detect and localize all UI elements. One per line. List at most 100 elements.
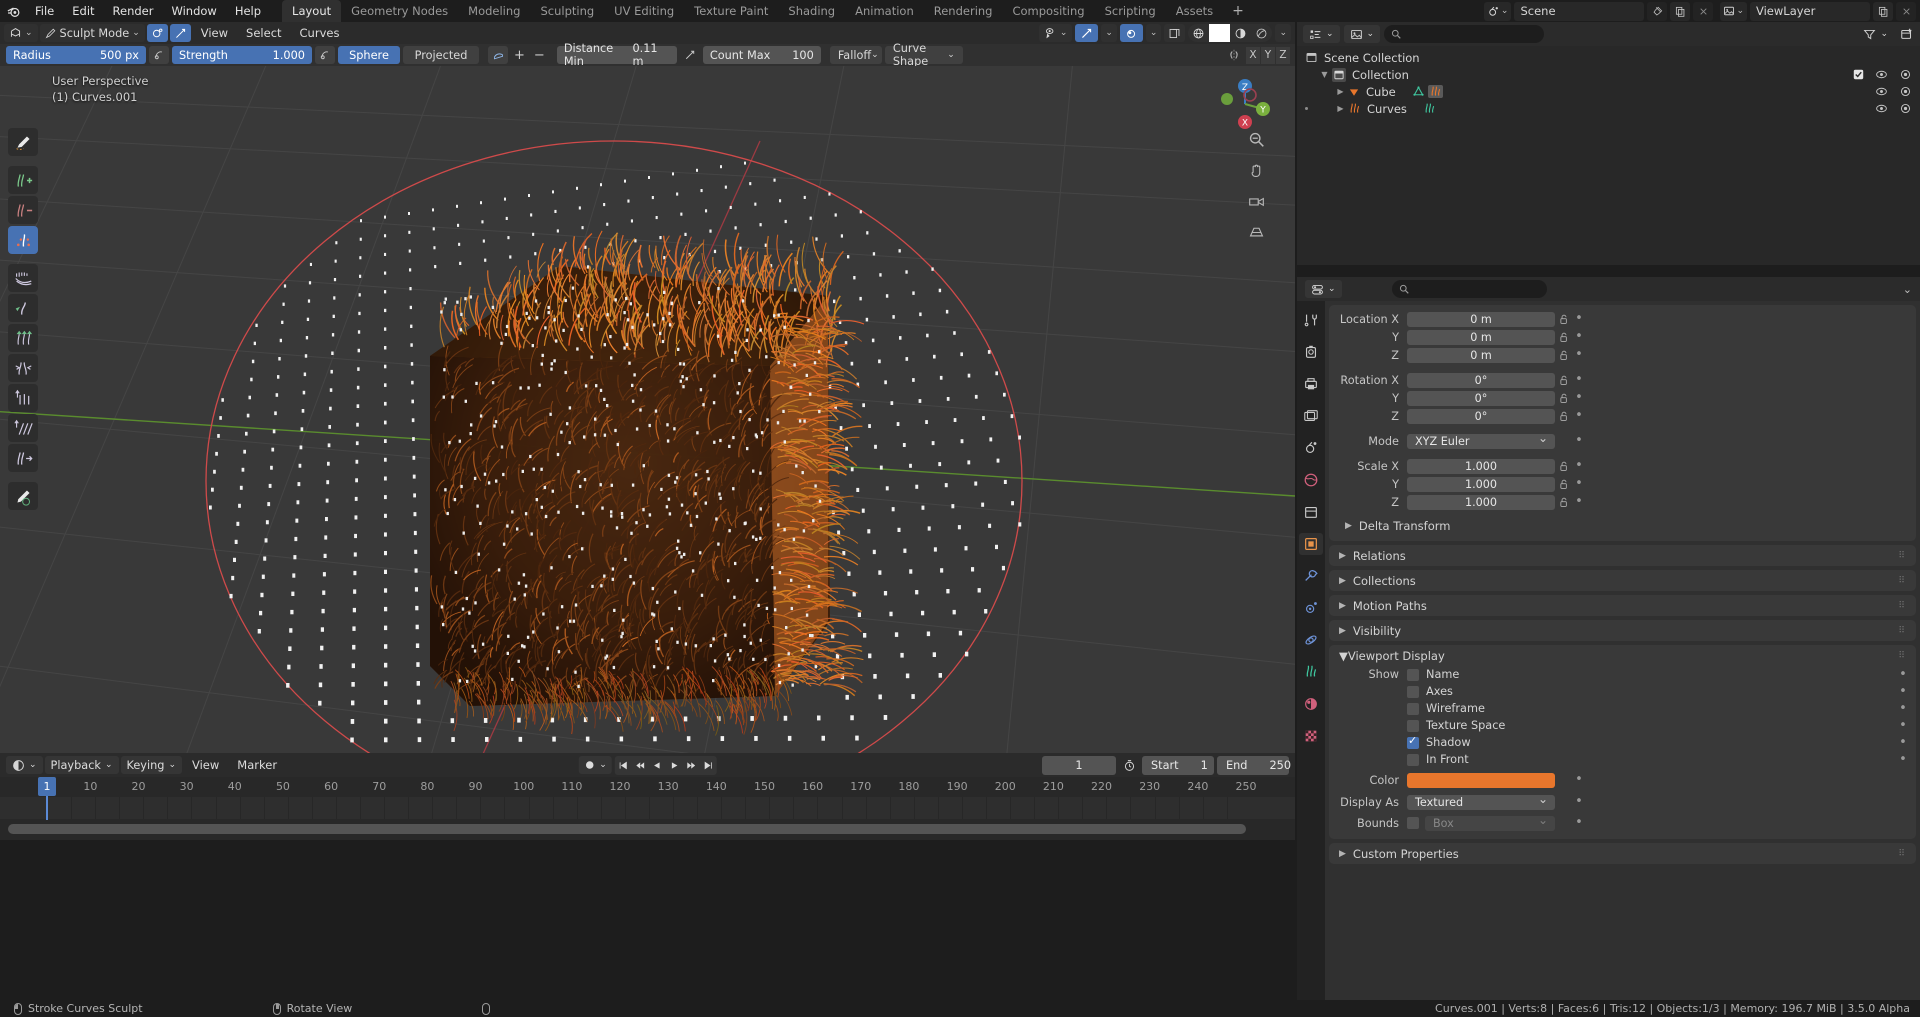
smooth-icon[interactable] <box>8 414 38 442</box>
id-type-icon[interactable]: ⌄ <box>1344 25 1381 43</box>
outliner-row-cube[interactable]: ▶ Cube <box>1297 83 1920 100</box>
tab-layout[interactable]: Layout <box>282 0 341 22</box>
slide-icon[interactable] <box>8 444 38 472</box>
render-tab-icon[interactable] <box>1299 341 1323 363</box>
animate-dot[interactable]: • <box>1572 797 1586 807</box>
curves-sculpt-toggle-icon[interactable] <box>147 24 168 42</box>
animate-dot[interactable]: • <box>1896 687 1910 697</box>
show-wireframe-checkbox[interactable] <box>1407 703 1419 715</box>
motion-paths-panel[interactable]: ▶ Motion Paths ⠿ <box>1329 595 1916 616</box>
mode-selector[interactable]: Sculpt Mode ⌄ <box>40 24 145 42</box>
playhead[interactable]: 1 <box>38 777 56 796</box>
outliner-search-input[interactable] <box>1384 25 1544 43</box>
lock-icon[interactable] <box>1555 350 1572 361</box>
location-z-field[interactable]: 0 m <box>1407 348 1555 363</box>
bounds-checkbox[interactable] <box>1407 817 1419 829</box>
menu-window[interactable]: Window <box>162 0 225 22</box>
delete-curves-icon[interactable] <box>8 196 38 224</box>
tab-sculpting[interactable]: Sculpting <box>530 0 604 22</box>
panel-grip[interactable]: ⠿ <box>1898 653 1906 659</box>
keyframe-icon[interactable]: ⌄ <box>578 756 612 774</box>
object-color-swatch[interactable] <box>1407 773 1555 788</box>
rotation-z-field[interactable]: 0° <box>1407 409 1555 424</box>
surface-icon[interactable] <box>488 46 508 64</box>
show-axes-checkbox[interactable] <box>1407 686 1419 698</box>
annotate-icon[interactable] <box>170 24 191 42</box>
symmetry-axis-x[interactable]: X <box>1246 47 1260 64</box>
location-x-field[interactable]: 0 m <box>1407 312 1555 327</box>
puff-icon[interactable] <box>8 384 38 412</box>
animate-dot[interactable]: • <box>1896 704 1910 714</box>
shading-rendered[interactable] <box>1251 24 1272 42</box>
mirror-icon[interactable] <box>1227 48 1241 62</box>
editor-type-icon[interactable]: ⌄ <box>4 24 38 42</box>
falloff-shape-sphere-button[interactable]: Sphere <box>338 46 400 64</box>
animate-dot[interactable]: • <box>1572 393 1586 403</box>
proportional-dropdown-icon[interactable]: ⌄ <box>1146 24 1162 42</box>
comb-icon[interactable] <box>8 264 38 292</box>
lock-icon[interactable] <box>1555 332 1572 343</box>
prev-keyframe-icon[interactable] <box>632 756 649 775</box>
view-layer-tab-icon[interactable] <box>1299 405 1323 427</box>
show-shadow-checkbox[interactable] <box>1407 737 1419 749</box>
scene-icon[interactable]: ⌄ <box>1484 2 1512 21</box>
comb-brush-icon[interactable] <box>8 128 38 156</box>
radius-slider[interactable]: Radius 500 px <box>6 46 146 64</box>
texture-tab-icon[interactable] <box>1299 725 1323 747</box>
expand-triangle-icon[interactable]: ▼ <box>1319 70 1330 79</box>
curve-shape-dropdown[interactable]: Curve Shape ⌄ <box>885 46 963 64</box>
panel-grip[interactable]: ⠿ <box>1898 578 1906 584</box>
lock-icon[interactable] <box>1555 461 1572 472</box>
scale-z-field[interactable]: 1.000 <box>1407 495 1555 510</box>
toggle-xray-icon[interactable] <box>1164 24 1185 42</box>
properties-editor-icon[interactable]: ⌄ <box>1305 280 1342 298</box>
collections-panel[interactable]: ▶ Collections ⠿ <box>1329 570 1916 591</box>
menu-curves[interactable]: Curves <box>292 24 348 42</box>
timeline-menu-marker[interactable]: Marker <box>229 755 285 775</box>
distance-min-pressure-icon[interactable] <box>680 46 700 64</box>
new-collection-icon[interactable] <box>1900 27 1914 41</box>
delta-transform-subpanel[interactable]: ▶ Delta Transform <box>1329 517 1916 535</box>
remove-symmetry-button[interactable]: − <box>531 48 548 63</box>
outliner-row-scene-collection[interactable]: Scene Collection <box>1297 49 1920 66</box>
navigation-gizmo[interactable]: Z Y X <box>1217 76 1273 132</box>
tool-tab-icon[interactable] <box>1299 309 1323 331</box>
scene-name-field[interactable]: Scene <box>1514 2 1644 21</box>
modifier-tab-icon[interactable] <box>1299 565 1323 587</box>
proportional-editing-icon[interactable] <box>1120 24 1143 42</box>
copy-icon[interactable] <box>1670 2 1690 21</box>
timeline-menu-view[interactable]: View <box>184 755 227 775</box>
tab-scripting[interactable]: Scripting <box>1095 0 1166 22</box>
outliner-display-mode-icon[interactable]: ⌄ <box>1303 25 1340 43</box>
object-visibility-icon[interactable]: ⌄ <box>1039 24 1073 42</box>
outliner-search-field[interactable] <box>1406 28 1526 41</box>
display-as-dropdown[interactable]: Textured <box>1407 795 1555 810</box>
animate-dot[interactable]: • <box>1896 670 1910 680</box>
viewlayer-close-icon[interactable] <box>1896 2 1916 21</box>
keying-menu[interactable]: Keying ⌄ <box>121 756 183 774</box>
rotation-y-field[interactable]: 0° <box>1407 391 1555 406</box>
particles-tab-icon[interactable] <box>1299 597 1323 619</box>
falloff-shape-projected-button[interactable]: Projected <box>403 46 479 64</box>
strength-pressure-icon[interactable] <box>315 46 335 64</box>
shading-dropdown-icon[interactable]: ⌄ <box>1275 24 1291 42</box>
world-tab-icon[interactable] <box>1299 469 1323 491</box>
animate-dot[interactable]: • <box>1572 314 1586 324</box>
camera-icon[interactable] <box>1899 102 1912 115</box>
scene-tab-icon[interactable] <box>1299 437 1323 459</box>
animate-dot[interactable]: • <box>1572 375 1586 385</box>
scale-y-field[interactable]: 1.000 <box>1407 477 1555 492</box>
lock-icon[interactable] <box>1555 411 1572 422</box>
panel-grip[interactable]: ⠿ <box>1898 553 1906 559</box>
grow-shrink-icon[interactable] <box>8 324 38 352</box>
end-frame-field[interactable]: End 250 <box>1217 756 1289 775</box>
symmetry-axis-z[interactable]: Z <box>1276 47 1290 64</box>
start-frame-field[interactable]: Start 1 <box>1142 756 1214 775</box>
custom-properties-panel[interactable]: ▶ Custom Properties ⠿ <box>1329 843 1916 864</box>
curves-data-icon[interactable] <box>1423 102 1436 115</box>
show-in-front-checkbox[interactable] <box>1407 754 1419 766</box>
pin-icon[interactable] <box>1647 2 1667 21</box>
viewport-display-header[interactable]: ▼ Viewport Display ⠿ <box>1329 645 1916 666</box>
physics-tab-icon[interactable] <box>1299 629 1323 651</box>
zoom-icon[interactable] <box>1245 128 1267 150</box>
